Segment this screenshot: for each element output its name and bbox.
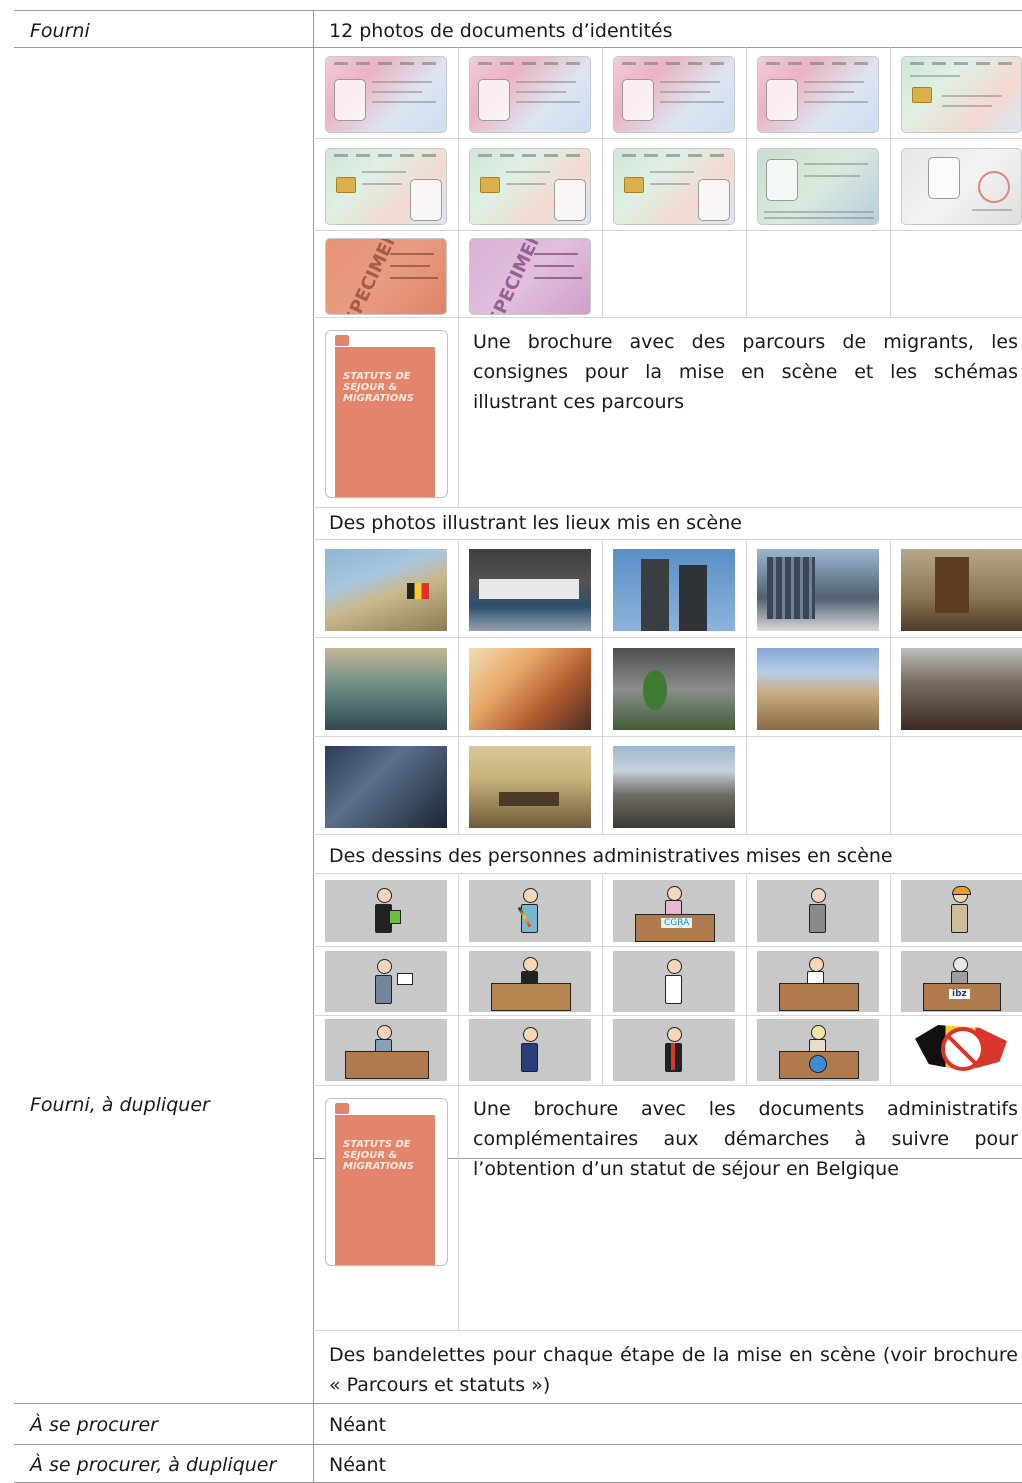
place-photo xyxy=(469,648,591,730)
brochure-cover-image: STATUTS DE SÉJOUR & MIGRATIONS xyxy=(325,1098,448,1266)
place-photo xyxy=(613,746,735,828)
row-label-a-se-procurer-dupliquer: À se procurer, à dupliquer xyxy=(30,1454,277,1476)
grid-line xyxy=(313,230,1022,231)
place-photo xyxy=(901,648,1022,730)
id-photos-caption: 12 photos de documents d’identités xyxy=(329,20,673,42)
id-document-image xyxy=(469,56,591,133)
row-rule xyxy=(14,1403,1022,1404)
grid-line xyxy=(458,1085,459,1330)
id-document-image xyxy=(325,148,447,225)
person-drawing-policier xyxy=(469,1019,591,1081)
grid-line xyxy=(890,47,891,317)
ordre-quitter-territoire-image xyxy=(901,1019,1022,1081)
place-photo xyxy=(325,549,447,631)
grid-line xyxy=(313,539,1022,540)
grid-line xyxy=(458,317,459,507)
grid-line xyxy=(746,539,747,834)
grid-line xyxy=(602,873,603,1085)
brochure-title: STATUTS DE SÉJOUR & MIGRATIONS xyxy=(343,371,414,404)
bandelettes-description: Des bandelettes pour chaque étape de la … xyxy=(329,1344,1018,1396)
places-photos-caption: Des photos illustrant les lieux mis en s… xyxy=(329,512,742,534)
person-drawing-ouvrier xyxy=(901,880,1022,942)
grid-line xyxy=(313,946,1022,947)
person-drawing-employe xyxy=(325,951,447,1012)
place-photo xyxy=(901,549,1022,631)
grid-line xyxy=(890,873,891,1085)
a-se-procurer-value: Néant xyxy=(329,1414,387,1436)
grid-line xyxy=(313,736,1022,737)
grid-line xyxy=(746,47,747,317)
grid-line xyxy=(313,873,1022,874)
subrow-rule xyxy=(313,1330,1022,1331)
grid-line xyxy=(313,507,1022,508)
place-photo xyxy=(469,746,591,828)
row-rule xyxy=(14,47,1022,48)
row-label-a-se-procurer: À se procurer xyxy=(30,1414,158,1436)
drawings-caption: Des dessins des personnes administrative… xyxy=(329,845,893,867)
person-drawing-avocat xyxy=(325,880,447,942)
grid-line xyxy=(313,138,1022,139)
cgra-logo: CGRA xyxy=(661,918,693,928)
id-document-image xyxy=(757,148,879,225)
grid-line xyxy=(602,539,603,834)
person-drawing-officier-etat-civil xyxy=(325,1019,447,1081)
a-se-procurer-dupliquer-value: Néant xyxy=(329,1454,387,1476)
grid-line xyxy=(602,47,603,317)
person-drawing-medecin xyxy=(613,951,735,1012)
place-photo xyxy=(325,746,447,828)
grid-line xyxy=(458,873,459,1085)
id-document-image xyxy=(613,148,735,225)
ibz-logo: ibz xyxy=(949,989,970,999)
person-drawing-bourgmestre xyxy=(469,880,591,942)
id-document-image xyxy=(469,148,591,225)
place-photo xyxy=(469,549,591,631)
row-label-fourni-dupliquer: Fourni, à dupliquer xyxy=(30,1094,210,1116)
brochure-cover-image: STATUTS DE SÉJOUR & MIGRATIONS xyxy=(325,330,448,498)
person-drawing-ibz-agent: ibz xyxy=(901,951,1022,1012)
grid-line xyxy=(313,1015,1022,1016)
place-photo xyxy=(757,549,879,631)
brochure-parcours-description: Une brochure avec des parcours de migran… xyxy=(473,331,1018,413)
table-top-rule xyxy=(14,10,1022,11)
subrow-rule xyxy=(313,1085,1022,1086)
id-document-image: SPECIMEN xyxy=(325,238,447,315)
id-document-image xyxy=(613,56,735,133)
place-photo xyxy=(613,648,735,730)
grid-line xyxy=(313,637,1022,638)
grid-line xyxy=(313,317,1022,318)
person-drawing-office-etrangers xyxy=(757,951,879,1012)
place-photo xyxy=(325,648,447,730)
grid-line xyxy=(746,873,747,1085)
grid-line xyxy=(313,834,1022,835)
id-document-image xyxy=(757,56,879,133)
grid-line xyxy=(458,539,459,834)
person-drawing-gardien xyxy=(757,880,879,942)
id-document-image xyxy=(901,56,1022,133)
id-document-image xyxy=(325,56,447,133)
id-document-image: SPECIMEN xyxy=(469,238,591,315)
place-photo xyxy=(613,549,735,631)
row-label-fourni: Fourni xyxy=(30,20,90,42)
person-drawing-cgra-agent: CGRA xyxy=(613,880,735,942)
place-photo xyxy=(757,648,879,730)
person-drawing-juge xyxy=(469,951,591,1012)
brochure-documents-description: Une brochure avec les documents administ… xyxy=(473,1098,1018,1180)
row-rule xyxy=(14,1444,1022,1445)
person-drawing-service-ambassade xyxy=(757,1019,879,1081)
id-document-image xyxy=(901,148,1022,225)
grid-line xyxy=(890,539,891,834)
brochure-title: STATUTS DE SÉJOUR & MIGRATIONS xyxy=(343,1139,414,1172)
person-drawing-procureur xyxy=(613,1019,735,1081)
grid-line xyxy=(458,47,459,317)
